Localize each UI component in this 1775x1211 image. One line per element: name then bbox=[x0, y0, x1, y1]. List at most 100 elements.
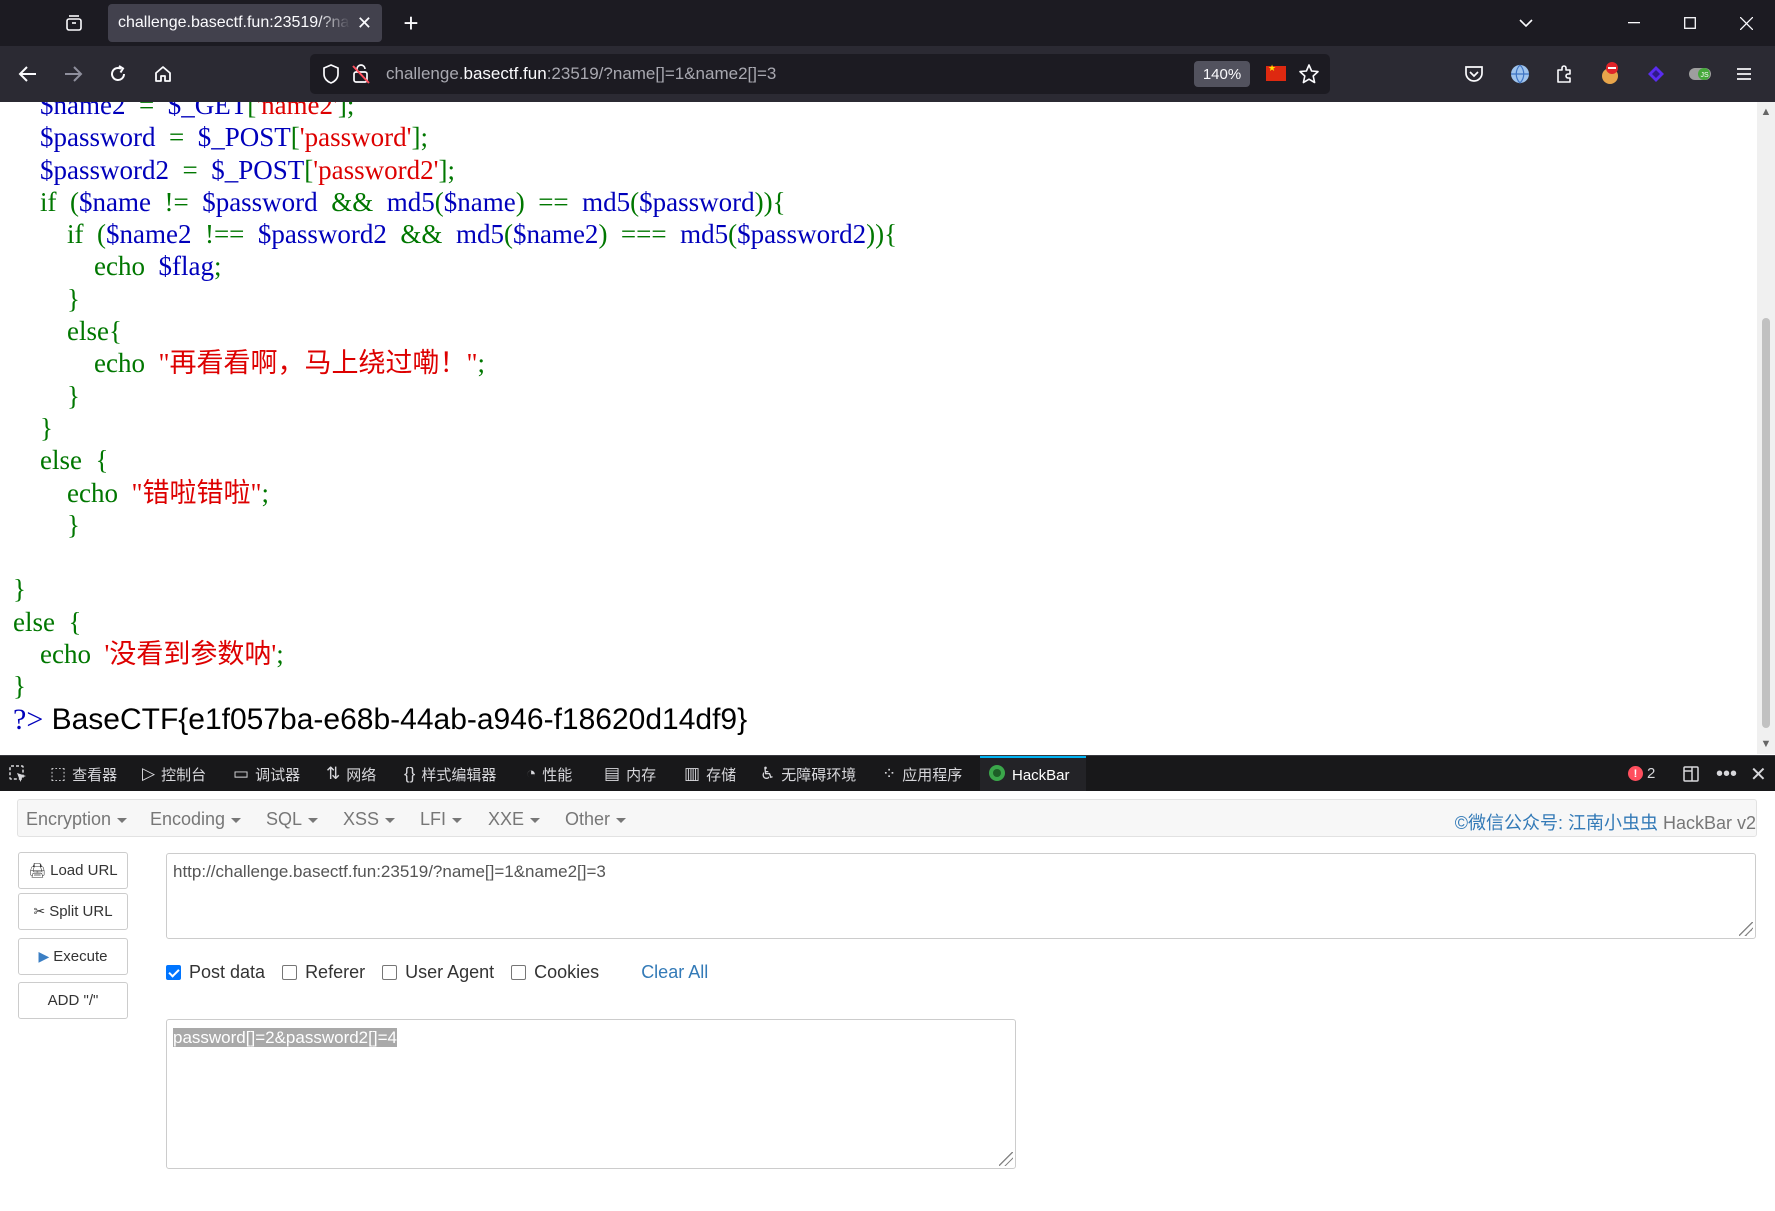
devtools-tab-storage[interactable]: ▥ 存储 bbox=[684, 756, 736, 792]
url-host: basectf.fun bbox=[463, 64, 547, 83]
menu-encryption[interactable]: Encryption bbox=[26, 809, 128, 830]
devtools-tab-application[interactable]: ⁘ 应用程序 bbox=[882, 756, 962, 792]
scroll-up-icon[interactable]: ▲ bbox=[1760, 106, 1772, 118]
post-data-checkbox[interactable]: Post data bbox=[166, 962, 265, 983]
split-url-button[interactable]: ✂ Split URL bbox=[18, 893, 128, 930]
code-token: $flag bbox=[158, 251, 214, 282]
error-count-badge[interactable]: ! 2 bbox=[1628, 765, 1655, 782]
code-token: ) == bbox=[515, 186, 583, 217]
code-token: $password bbox=[639, 186, 755, 217]
referer-checkbox[interactable]: Referer bbox=[282, 962, 365, 983]
minimize-icon[interactable] bbox=[1606, 0, 1662, 46]
menu-sql[interactable]: SQL bbox=[266, 809, 319, 830]
code-line: else { bbox=[13, 444, 897, 476]
cookie-extension-icon[interactable] bbox=[1596, 60, 1624, 88]
maximize-icon[interactable] bbox=[1662, 0, 1718, 46]
load-url-button[interactable]: 🖨 Load URL bbox=[18, 852, 128, 889]
devtools-tab-accessibility[interactable]: ♿ 无障碍环境 bbox=[760, 756, 856, 792]
code-token: if ( bbox=[13, 219, 106, 250]
post-data-textarea[interactable]: password[]=2&password2[]=4 bbox=[166, 1019, 1016, 1169]
devtools-tab-debugger[interactable]: ▭ 调试器 bbox=[233, 756, 300, 792]
code-token: [ bbox=[290, 122, 300, 153]
devtools-tab-inspector[interactable]: ⬚ 查看器 bbox=[50, 756, 117, 792]
devtools-tab-memory[interactable]: ▤ 内存 bbox=[604, 756, 656, 792]
zoom-level-badge[interactable]: 140% bbox=[1194, 61, 1250, 87]
add-slash-button[interactable]: ADD "/" bbox=[18, 982, 128, 1019]
diamond-extension-icon[interactable] bbox=[1642, 60, 1670, 88]
reload-icon[interactable] bbox=[102, 58, 134, 90]
menu-lfi[interactable]: LFI bbox=[420, 809, 463, 830]
execute-button[interactable]: ▶ Execute bbox=[18, 938, 128, 975]
checkbox-unchecked[interactable] bbox=[382, 964, 398, 980]
resize-grip-icon[interactable] bbox=[999, 1152, 1013, 1166]
close-window-icon[interactable] bbox=[1718, 0, 1774, 46]
tab-close-icon[interactable]: ✕ bbox=[357, 13, 372, 33]
more-options-icon[interactable]: ••• bbox=[1716, 756, 1737, 792]
bookmark-star-icon[interactable] bbox=[1298, 63, 1320, 90]
code-token: $_POST bbox=[211, 154, 305, 185]
list-all-tabs-icon[interactable] bbox=[1498, 0, 1554, 46]
scroll-down-icon[interactable]: ▼ bbox=[1760, 738, 1772, 750]
dock-toggle-icon[interactable] bbox=[1682, 756, 1700, 792]
performance-icon: ◔ bbox=[526, 764, 537, 783]
code-token: $password2 bbox=[257, 219, 387, 250]
address-bar[interactable]: challenge.basectf.fun:23519/?name[]=1&na… bbox=[310, 54, 1330, 94]
devtools-tab-performance[interactable]: ◔ 性能 bbox=[526, 756, 572, 792]
menu-xss[interactable]: XSS bbox=[343, 809, 396, 830]
pocket-icon[interactable] bbox=[1460, 60, 1488, 88]
cookies-checkbox[interactable]: Cookies bbox=[511, 962, 599, 983]
tracking-protection-icon[interactable] bbox=[322, 64, 340, 89]
scissors-icon: ✂ bbox=[33, 903, 46, 919]
back-icon[interactable] bbox=[12, 58, 44, 90]
resize-grip-icon[interactable] bbox=[1739, 922, 1753, 936]
menu-label: XSS bbox=[343, 809, 380, 829]
element-picker-icon[interactable] bbox=[8, 756, 28, 792]
devtools-tab-hackbar[interactable]: HackBar bbox=[980, 756, 1086, 792]
url-textarea[interactable]: http://challenge.basectf.fun:23519/?name… bbox=[166, 853, 1756, 939]
app-menu-icon[interactable] bbox=[1730, 60, 1758, 88]
hackbar-logo-icon bbox=[988, 764, 1006, 787]
js-toggle-icon[interactable]: JS bbox=[1686, 60, 1714, 88]
browser-tab[interactable]: challenge.basectf.fun:23519/?name[]=1&na… bbox=[108, 4, 382, 42]
code-token: $_GET bbox=[167, 102, 248, 120]
forward-icon[interactable] bbox=[57, 58, 89, 90]
devtools-tab-network[interactable]: ⇅ 网络 bbox=[326, 756, 376, 792]
home-icon[interactable] bbox=[147, 58, 179, 90]
devtools-tab-style-editor[interactable]: {} 样式编辑器 bbox=[404, 756, 496, 792]
page-content: $name2 = $_GET['name2']; $password = $_P… bbox=[0, 102, 1757, 754]
code-token: } bbox=[13, 412, 53, 443]
code-token: ; bbox=[477, 348, 486, 379]
tab-label: 内存 bbox=[626, 766, 657, 784]
code-token: ; bbox=[276, 639, 284, 670]
devtools-tab-console[interactable]: ▷ 控制台 bbox=[142, 756, 206, 792]
checkbox-checked[interactable] bbox=[166, 964, 181, 980]
code-token: $name2 bbox=[105, 219, 192, 250]
code-token: } bbox=[13, 380, 80, 411]
checkbox-unchecked[interactable] bbox=[282, 964, 298, 980]
menu-xxe[interactable]: XXE bbox=[488, 809, 541, 830]
china-flag-icon[interactable] bbox=[1266, 63, 1286, 81]
translate-globe-icon[interactable] bbox=[1506, 60, 1534, 88]
new-tab-icon[interactable]: + bbox=[396, 8, 426, 38]
user-agent-checkbox[interactable]: User Agent bbox=[382, 962, 494, 983]
insecure-lock-icon[interactable] bbox=[352, 64, 370, 89]
application-grid-icon: ⁘ bbox=[882, 764, 897, 783]
hackbar-panel: Encryption Encoding SQL XSS LFI XXE Othe… bbox=[0, 791, 1775, 1211]
caret-down-icon bbox=[308, 817, 319, 823]
url-text[interactable]: challenge.basectf.fun:23519/?name[]=1&na… bbox=[386, 64, 776, 84]
menu-other[interactable]: Other bbox=[565, 809, 627, 830]
clear-all-link[interactable]: Clear All bbox=[641, 962, 708, 983]
code-token: echo bbox=[13, 477, 132, 508]
extensions-puzzle-icon[interactable] bbox=[1550, 60, 1578, 88]
url-value: http://challenge.basectf.fun:23519/?name… bbox=[173, 862, 606, 881]
tab-list-icon[interactable] bbox=[54, 8, 94, 38]
page-scrollbar[interactable]: ▲ ▼ bbox=[1757, 102, 1775, 754]
close-devtools-icon[interactable]: ✕ bbox=[1750, 756, 1767, 792]
scroll-thumb[interactable] bbox=[1762, 318, 1770, 728]
menu-encoding[interactable]: Encoding bbox=[150, 809, 242, 830]
tab-label: 应用程序 bbox=[902, 766, 963, 784]
code-token: '没看到参数呐' bbox=[104, 639, 277, 670]
checkbox-unchecked[interactable] bbox=[511, 964, 527, 980]
